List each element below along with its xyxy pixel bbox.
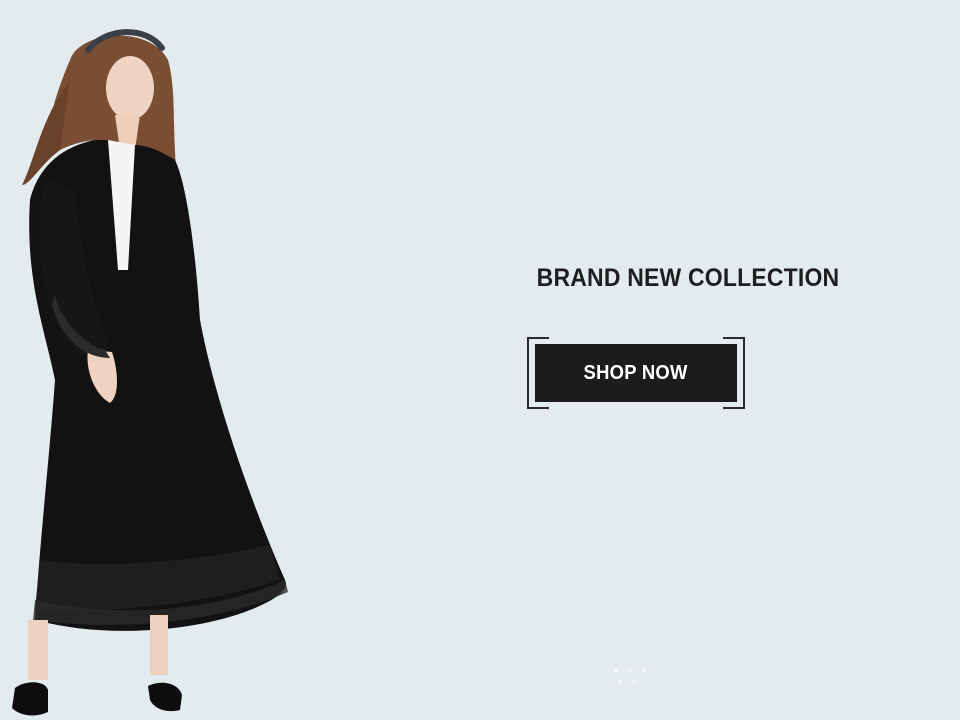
pager-dot[interactable] bbox=[632, 680, 636, 684]
shop-now-button-frame: SHOP NOW bbox=[527, 337, 745, 409]
hero-banner: BRAND NEW COLLECTION SHOP NOW bbox=[0, 0, 960, 720]
pager-dot[interactable] bbox=[614, 668, 618, 672]
slider-pagination-dots-icon[interactable] bbox=[606, 660, 668, 690]
model-image bbox=[0, 0, 320, 720]
pager-dot[interactable] bbox=[628, 668, 632, 672]
shop-now-button[interactable]: SHOP NOW bbox=[535, 344, 737, 402]
pager-dot[interactable] bbox=[642, 668, 646, 672]
pager-dot[interactable] bbox=[618, 680, 622, 684]
collection-headline: BRAND NEW COLLECTION bbox=[536, 264, 840, 292]
shop-now-label: SHOP NOW bbox=[583, 361, 689, 384]
